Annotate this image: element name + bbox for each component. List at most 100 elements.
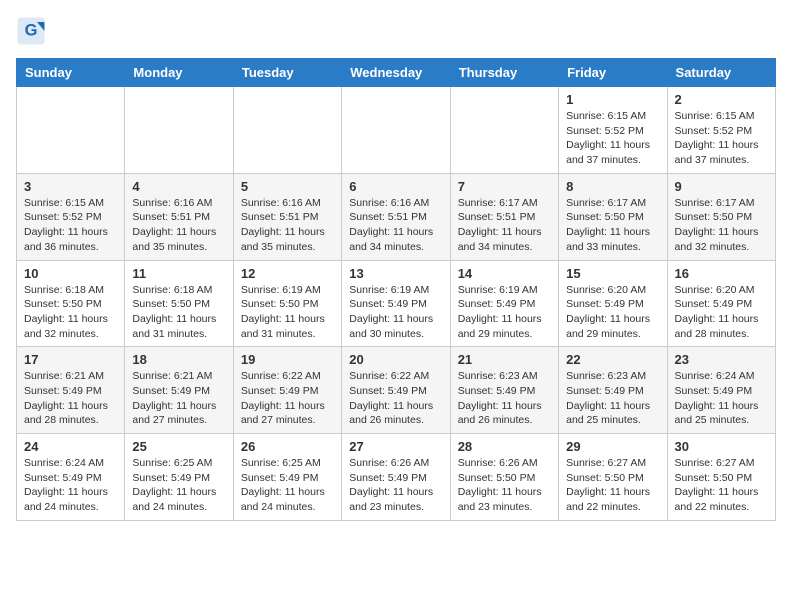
day-info: Sunrise: 6:23 AMSunset: 5:49 PMDaylight:… <box>458 369 551 428</box>
day-number: 16 <box>675 266 768 281</box>
calendar-cell: 5 Sunrise: 6:16 AMSunset: 5:51 PMDaylight… <box>233 173 341 260</box>
calendar-cell: 18 Sunrise: 6:21 AMSunset: 5:49 PMDayligh… <box>125 347 233 434</box>
day-number: 30 <box>675 439 768 454</box>
calendar-cell: 29 Sunrise: 6:27 AMSunset: 5:50 PMDayligh… <box>559 434 667 521</box>
logo: G <box>16 16 50 46</box>
day-info: Sunrise: 6:25 AMSunset: 5:49 PMDaylight:… <box>132 456 225 515</box>
calendar-cell: 27Sunrise: 6:26 AMSunset: 5:49 PMDayligh… <box>342 434 450 521</box>
day-info: Sunrise: 6:19 AMSunset: 5:50 PMDaylight:… <box>241 283 334 342</box>
svg-text:G: G <box>25 22 38 40</box>
day-number: 20 <box>349 352 442 367</box>
calendar-week-row: 24 Sunrise: 6:24 AMSunset: 5:49 PMDayligh… <box>17 434 776 521</box>
day-number: 14 <box>458 266 551 281</box>
day-info: Sunrise: 6:26 AMSunset: 5:50 PMDaylight:… <box>458 456 551 515</box>
calendar-cell: 24 Sunrise: 6:24 AMSunset: 5:49 PMDayligh… <box>17 434 125 521</box>
day-info: Sunrise: 6:16 AMSunset: 5:51 PMDaylight:… <box>241 196 334 255</box>
calendar-cell: 26 Sunrise: 6:25 AMSunset: 5:49 PMDayligh… <box>233 434 341 521</box>
day-info: Sunrise: 6:27 AMSunset: 5:50 PMDaylight:… <box>675 456 768 515</box>
calendar-week-row: 3Sunrise: 6:15 AMSunset: 5:52 PMDaylight… <box>17 173 776 260</box>
day-number: 9 <box>675 179 768 194</box>
day-number: 12 <box>241 266 334 281</box>
calendar-cell: 23 Sunrise: 6:24 AMSunset: 5:49 PMDayligh… <box>667 347 775 434</box>
day-info: Sunrise: 6:17 AMSunset: 5:50 PMDaylight:… <box>566 196 659 255</box>
calendar-week-row: 17 Sunrise: 6:21 AMSunset: 5:49 PMDayligh… <box>17 347 776 434</box>
day-number: 19 <box>241 352 334 367</box>
calendar-cell <box>342 87 450 174</box>
calendar-cell: 20 Sunrise: 6:22 AMSunset: 5:49 PMDayligh… <box>342 347 450 434</box>
day-info: Sunrise: 6:22 AMSunset: 5:49 PMDaylight:… <box>349 369 442 428</box>
calendar-cell: 12 Sunrise: 6:19 AMSunset: 5:50 PMDayligh… <box>233 260 341 347</box>
day-number: 1 <box>566 92 659 107</box>
calendar-cell: 6 Sunrise: 6:16 AMSunset: 5:51 PMDaylight… <box>342 173 450 260</box>
logo-icon: G <box>16 16 46 46</box>
day-number: 17 <box>24 352 117 367</box>
calendar-body: 1 Sunrise: 6:15 AMSunset: 5:52 PMDaylight… <box>17 87 776 521</box>
day-number: 6 <box>349 179 442 194</box>
day-number: 25 <box>132 439 225 454</box>
day-number: 2 <box>675 92 768 107</box>
day-info: Sunrise: 6:24 AMSunset: 5:49 PMDaylight:… <box>24 456 117 515</box>
calendar-cell: 1 Sunrise: 6:15 AMSunset: 5:52 PMDaylight… <box>559 87 667 174</box>
calendar-cell: 10Sunrise: 6:18 AMSunset: 5:50 PMDayligh… <box>17 260 125 347</box>
day-number: 5 <box>241 179 334 194</box>
day-info: Sunrise: 6:26 AMSunset: 5:49 PMDaylight:… <box>349 456 442 515</box>
calendar-cell: 15 Sunrise: 6:20 AMSunset: 5:49 PMDayligh… <box>559 260 667 347</box>
day-info: Sunrise: 6:23 AMSunset: 5:49 PMDaylight:… <box>566 369 659 428</box>
day-number: 28 <box>458 439 551 454</box>
day-info: Sunrise: 6:15 AMSunset: 5:52 PMDaylight:… <box>675 109 768 168</box>
calendar-cell <box>450 87 558 174</box>
weekday-header-saturday: Saturday <box>667 59 775 87</box>
day-info: Sunrise: 6:18 AMSunset: 5:50 PMDaylight:… <box>132 283 225 342</box>
calendar-week-row: 10Sunrise: 6:18 AMSunset: 5:50 PMDayligh… <box>17 260 776 347</box>
day-info: Sunrise: 6:15 AMSunset: 5:52 PMDaylight:… <box>566 109 659 168</box>
day-number: 15 <box>566 266 659 281</box>
calendar-cell: 16 Sunrise: 6:20 AMSunset: 5:49 PMDayligh… <box>667 260 775 347</box>
day-number: 18 <box>132 352 225 367</box>
day-info: Sunrise: 6:20 AMSunset: 5:49 PMDaylight:… <box>675 283 768 342</box>
calendar-week-row: 1 Sunrise: 6:15 AMSunset: 5:52 PMDaylight… <box>17 87 776 174</box>
calendar-cell: 3Sunrise: 6:15 AMSunset: 5:52 PMDaylight… <box>17 173 125 260</box>
day-number: 13 <box>349 266 442 281</box>
day-number: 3 <box>24 179 117 194</box>
page-header: G <box>16 16 776 46</box>
calendar-cell: 14Sunrise: 6:19 AMSunset: 5:49 PMDayligh… <box>450 260 558 347</box>
day-number: 24 <box>24 439 117 454</box>
calendar-cell: 30 Sunrise: 6:27 AMSunset: 5:50 PMDayligh… <box>667 434 775 521</box>
day-info: Sunrise: 6:20 AMSunset: 5:49 PMDaylight:… <box>566 283 659 342</box>
day-info: Sunrise: 6:16 AMSunset: 5:51 PMDaylight:… <box>349 196 442 255</box>
calendar-cell: 11 Sunrise: 6:18 AMSunset: 5:50 PMDayligh… <box>125 260 233 347</box>
day-number: 23 <box>675 352 768 367</box>
day-info: Sunrise: 6:21 AMSunset: 5:49 PMDaylight:… <box>24 369 117 428</box>
day-info: Sunrise: 6:27 AMSunset: 5:50 PMDaylight:… <box>566 456 659 515</box>
calendar-cell: 7Sunrise: 6:17 AMSunset: 5:51 PMDaylight… <box>450 173 558 260</box>
calendar-cell: 22 Sunrise: 6:23 AMSunset: 5:49 PMDayligh… <box>559 347 667 434</box>
calendar-table: SundayMondayTuesdayWednesdayThursdayFrid… <box>16 58 776 521</box>
weekday-header-sunday: Sunday <box>17 59 125 87</box>
calendar-cell: 17 Sunrise: 6:21 AMSunset: 5:49 PMDayligh… <box>17 347 125 434</box>
calendar-cell <box>17 87 125 174</box>
day-number: 11 <box>132 266 225 281</box>
day-info: Sunrise: 6:21 AMSunset: 5:49 PMDaylight:… <box>132 369 225 428</box>
day-info: Sunrise: 6:19 AMSunset: 5:49 PMDaylight:… <box>349 283 442 342</box>
day-info: Sunrise: 6:17 AMSunset: 5:51 PMDaylight:… <box>458 196 551 255</box>
calendar-cell <box>125 87 233 174</box>
weekday-header-monday: Monday <box>125 59 233 87</box>
day-info: Sunrise: 6:18 AMSunset: 5:50 PMDaylight:… <box>24 283 117 342</box>
calendar-cell: 13 Sunrise: 6:19 AMSunset: 5:49 PMDayligh… <box>342 260 450 347</box>
calendar-cell: 25 Sunrise: 6:25 AMSunset: 5:49 PMDayligh… <box>125 434 233 521</box>
weekday-header-friday: Friday <box>559 59 667 87</box>
weekday-header-tuesday: Tuesday <box>233 59 341 87</box>
calendar-cell: 4 Sunrise: 6:16 AMSunset: 5:51 PMDaylight… <box>125 173 233 260</box>
day-info: Sunrise: 6:17 AMSunset: 5:50 PMDaylight:… <box>675 196 768 255</box>
calendar-cell: 8 Sunrise: 6:17 AMSunset: 5:50 PMDaylight… <box>559 173 667 260</box>
day-info: Sunrise: 6:25 AMSunset: 5:49 PMDaylight:… <box>241 456 334 515</box>
day-number: 29 <box>566 439 659 454</box>
calendar-cell: 2 Sunrise: 6:15 AMSunset: 5:52 PMDaylight… <box>667 87 775 174</box>
day-number: 22 <box>566 352 659 367</box>
calendar-cell: 9 Sunrise: 6:17 AMSunset: 5:50 PMDaylight… <box>667 173 775 260</box>
day-number: 4 <box>132 179 225 194</box>
day-number: 8 <box>566 179 659 194</box>
day-info: Sunrise: 6:24 AMSunset: 5:49 PMDaylight:… <box>675 369 768 428</box>
day-number: 26 <box>241 439 334 454</box>
day-info: Sunrise: 6:16 AMSunset: 5:51 PMDaylight:… <box>132 196 225 255</box>
